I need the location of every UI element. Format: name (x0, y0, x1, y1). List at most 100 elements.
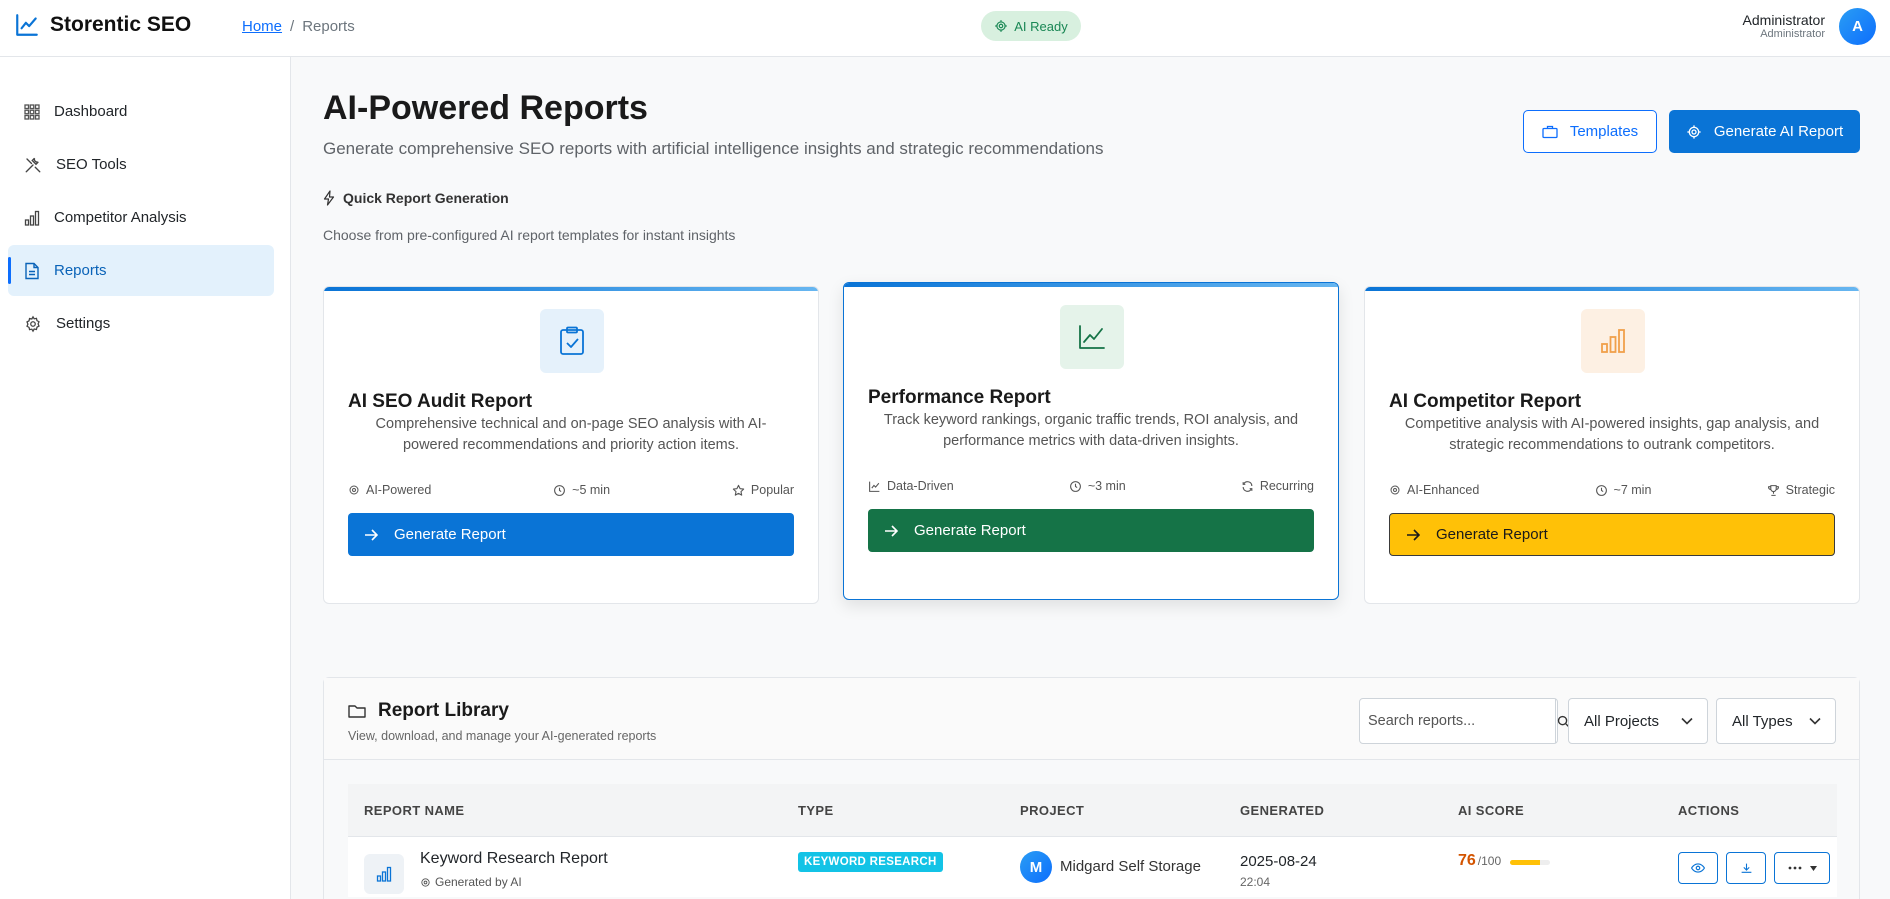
sidebar-item-seo-tools[interactable]: SEO Tools (8, 139, 274, 190)
tools-icon (24, 156, 42, 174)
generate-ai-report-button[interactable]: Generate AI Report (1669, 110, 1860, 153)
view-report-button[interactable] (1678, 852, 1718, 884)
ai-score-value: 76 (1458, 852, 1476, 869)
library-title-text: Report Library (378, 700, 509, 721)
sidebar-item-label: Reports (54, 262, 107, 279)
project-avatar: M (1020, 851, 1052, 883)
column-header[interactable]: REPORT NAME (364, 803, 464, 818)
chip-icon (1389, 484, 1401, 496)
card-meta: AI-Enhanced ~7 min Strategic (1389, 483, 1835, 497)
line-chart-icon (868, 480, 881, 493)
gear-icon (24, 315, 42, 333)
trophy-icon (1767, 484, 1780, 497)
caret-down-icon (1809, 865, 1817, 871)
button-label: Generate Report (914, 522, 1026, 539)
report-name[interactable]: Keyword Research Report (420, 850, 608, 868)
page-subtitle: Generate comprehensive SEO reports with … (323, 139, 1104, 158)
clock-icon (553, 484, 566, 497)
briefcase-icon (1542, 125, 1558, 139)
arrow-right-icon (884, 524, 898, 537)
breadcrumb: Home / Reports (242, 18, 355, 35)
project-name: Midgard Self Storage (1060, 858, 1201, 875)
meta-label: Data-Driven (887, 479, 954, 493)
user-menu[interactable]: Administrator Administrator A (1743, 8, 1876, 45)
sidebar-item-settings[interactable]: Settings (8, 298, 274, 349)
bar-chart-icon (24, 210, 40, 226)
refresh-icon (1241, 480, 1254, 493)
star-icon (732, 484, 745, 497)
search-input[interactable] (1360, 699, 1555, 743)
projects-filter-select[interactable]: All Projects (1568, 698, 1708, 744)
reports-table: REPORT NAME TYPE PROJECT GENERATED AI SC… (348, 784, 1837, 897)
chevron-down-icon (1809, 717, 1821, 725)
clipboard-check-icon (540, 309, 604, 373)
type-badge: KEYWORD RESEARCH (798, 852, 943, 872)
bar-chart-icon (364, 854, 404, 894)
column-header[interactable]: GENERATED (1240, 803, 1324, 818)
document-icon (24, 262, 40, 280)
card-description: Competitive analysis with AI-powered ins… (1404, 416, 1820, 453)
generate-seo-audit-button[interactable]: Generate Report (348, 513, 794, 556)
top-bar: Storentic SEO Home / Reports AI Ready Ad… (0, 0, 1890, 57)
meta-label: ~5 min (572, 483, 611, 497)
clock-icon (1595, 484, 1608, 497)
page-title: AI-Powered Reports (323, 89, 648, 127)
meta-label: Recurring (1259, 479, 1314, 493)
meta-label: Popular (750, 483, 794, 497)
user-name: Administrator (1742, 12, 1825, 28)
generate-ai-label: Generate AI Report (1713, 123, 1844, 140)
column-header[interactable]: AI SCORE (1458, 803, 1524, 818)
breadcrumb-home-link[interactable]: Home (242, 18, 282, 35)
generated-date: 2025-08-24 (1240, 853, 1317, 870)
sidebar-item-label: Competitor Analysis (54, 209, 187, 226)
chevron-down-icon (1681, 717, 1693, 725)
more-actions-dropdown[interactable] (1774, 852, 1830, 884)
arrow-right-icon (1406, 528, 1420, 541)
templates-button[interactable]: Templates (1523, 110, 1657, 153)
sidebar-item-dashboard[interactable]: Dashboard (8, 86, 274, 137)
avatar[interactable]: A (1839, 8, 1876, 45)
meta-label: AI-Powered (366, 483, 432, 497)
ai-status-badge: AI Ready (981, 11, 1081, 41)
sidebar-item-competitor-analysis[interactable]: Competitor Analysis (8, 192, 274, 243)
report-card-seo-audit: AI SEO Audit Report Comprehensive techni… (323, 286, 819, 604)
sidebar-item-label: Settings (56, 315, 111, 332)
line-chart-icon (1060, 305, 1124, 369)
column-header: ACTIONS (1678, 802, 1740, 818)
column-header[interactable]: PROJECT (1020, 803, 1084, 818)
sidebar-item-label: Dashboard (54, 103, 128, 120)
card-description: Track keyword rankings, organic traffic … (883, 412, 1299, 449)
projects-filter-value: All Projects (1584, 712, 1660, 730)
generate-competitor-button[interactable]: Generate Report (1389, 513, 1835, 556)
types-filter-select[interactable]: All Types (1716, 698, 1836, 744)
generated-time: 22:04 (1240, 875, 1271, 889)
grid-icon (24, 103, 40, 120)
report-library-header: Report Library View, download, and manag… (324, 678, 1859, 760)
chip-icon (1686, 124, 1702, 140)
column-header[interactable]: TYPE (798, 803, 834, 818)
ai-score: 76 /100 (1458, 852, 1501, 870)
generate-performance-button[interactable]: Generate Report (868, 509, 1314, 552)
card-description: Comprehensive technical and on-page SEO … (375, 416, 767, 453)
sidebar-item-reports[interactable]: Reports (8, 245, 274, 296)
card-title: AI Competitor Report (1389, 391, 1582, 412)
report-library-subtitle: View, download, and manage your AI-gener… (348, 729, 657, 743)
arrow-right-icon (364, 528, 378, 541)
lightning-icon (323, 190, 335, 206)
bar-chart-icon (1581, 309, 1645, 373)
download-report-button[interactable] (1726, 852, 1766, 884)
user-role: Administrator (1760, 28, 1825, 40)
table-row[interactable]: Keyword Research Report Generated by AI … (348, 837, 1837, 897)
download-icon (1740, 862, 1753, 875)
card-meta: AI-Powered ~5 min Popular (348, 483, 794, 497)
report-library: Report Library View, download, and manag… (323, 677, 1860, 899)
generated-by-label: Generated by AI (435, 875, 522, 889)
report-card-competitor: AI Competitor Report Competitive analysi… (1364, 286, 1860, 604)
types-filter-value: All Types (1732, 712, 1793, 730)
report-card-performance: Performance Report Track keyword ranking… (843, 282, 1339, 600)
ai-status-label: AI Ready (1014, 18, 1068, 34)
meta-label: AI-Enhanced (1407, 483, 1480, 497)
brand[interactable]: Storentic SEO (14, 12, 191, 38)
quick-report-title: Quick Report Generation (343, 190, 509, 206)
sidebar: Dashboard SEO Tools Competitor Analysis … (0, 57, 291, 899)
